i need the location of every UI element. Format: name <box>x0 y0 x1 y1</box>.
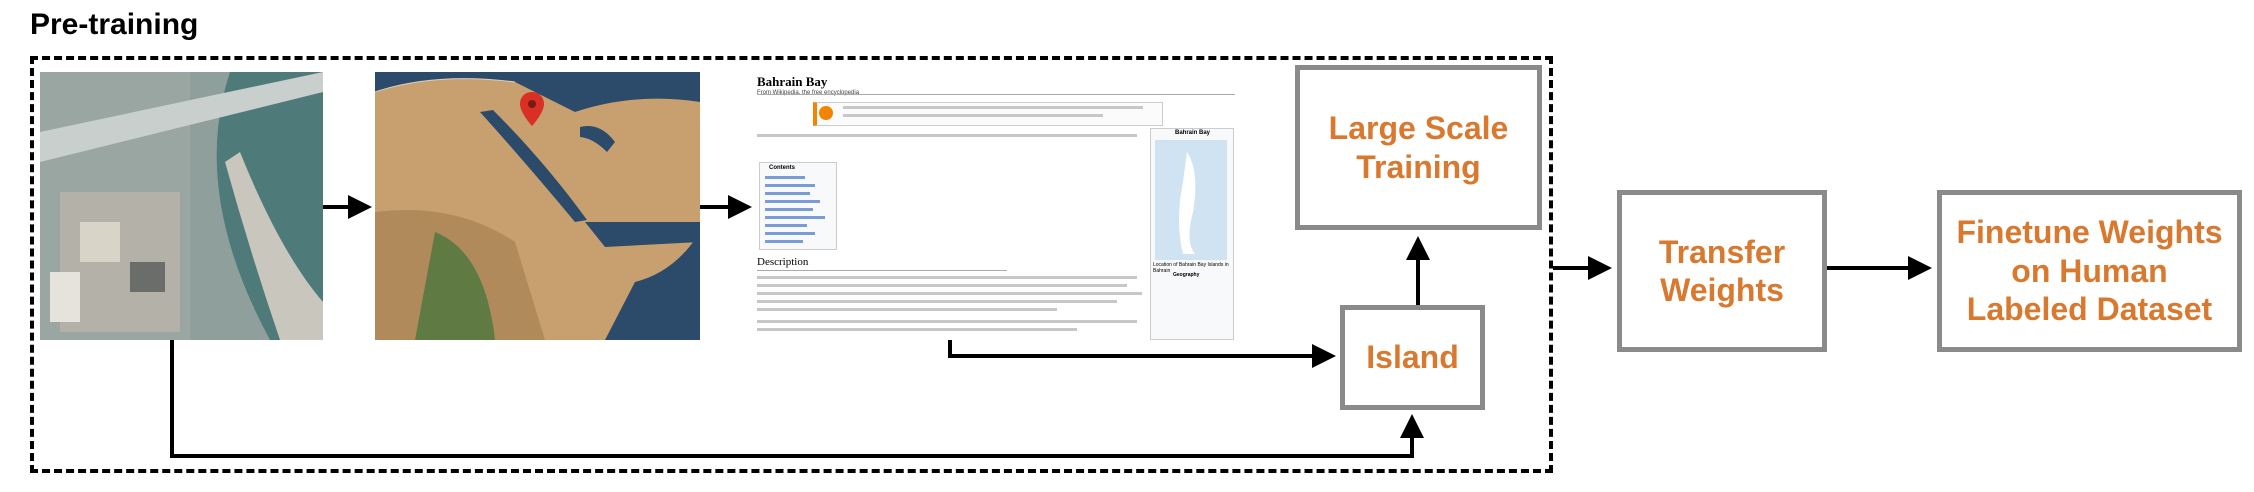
flow-arrows <box>170 195 1932 458</box>
arrow-wiki-to-island <box>948 340 1336 368</box>
